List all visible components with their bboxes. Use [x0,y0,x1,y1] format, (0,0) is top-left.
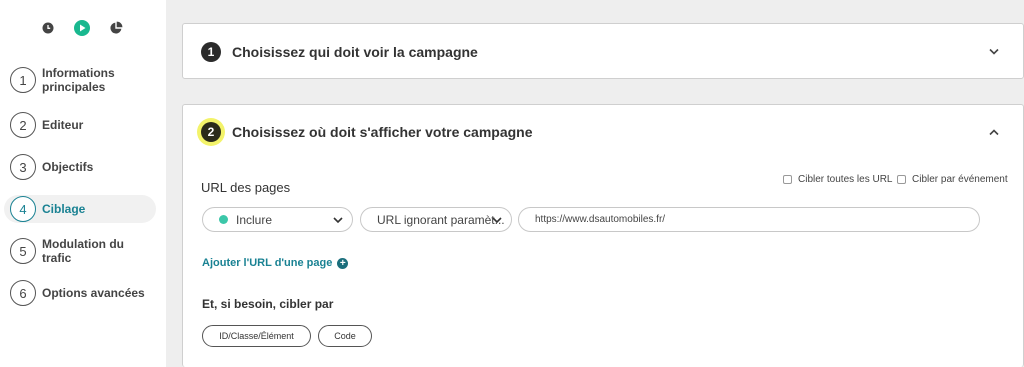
step-number: 6 [10,280,36,306]
include-select-value: Inclure [236,212,273,227]
chevron-down-icon [492,217,502,224]
code-button[interactable]: Code [318,325,372,347]
clock-icon[interactable] [38,18,58,38]
sidebar: 1 Informations principales 2 Editeur 3 O… [0,0,166,367]
add-page-url-label: Ajouter l'URL d'une page [202,257,333,269]
step-label: Modulation du trafic [42,237,124,265]
step-number: 5 [10,238,36,264]
url-pages-label: URL des pages [201,180,291,195]
step-label: Informations principales [42,66,115,94]
step-editeur[interactable]: 2 Editeur [4,111,156,139]
step-number: 1 [10,67,36,93]
section-header: 1 Choisissez qui doit voir la campagne [201,42,478,62]
step-objectifs[interactable]: 3 Objectifs [4,153,156,181]
section-title: Choisissez qui doit voir la campagne [232,44,478,60]
url-input-value: https://www.dsautomobiles.fr/ [535,214,666,225]
include-status-dot [219,215,228,224]
sidebar-top-icons [38,18,128,40]
section-number-badge: 1 [201,42,221,62]
section-audience-card[interactable]: 1 Choisissez qui doit voir la campagne [182,23,1024,79]
step-informations-principales[interactable]: 1 Informations principales [4,66,156,94]
include-select[interactable]: Inclure [202,207,353,232]
code-label: Code [334,331,356,341]
step-number: 2 [10,112,36,138]
url-input[interactable]: https://www.dsautomobiles.fr/ [518,207,980,232]
checkbox-label: Cibler par événement [912,174,1008,185]
section-placement-card: 2 Choisissez où doit s'afficher votre ca… [182,104,1024,367]
step-label: Editeur [42,118,84,132]
url-match-select[interactable]: URL ignorant paramèt... [360,207,512,232]
section-header: 2 Choisissez où doit s'afficher votre ca… [201,122,533,142]
target-all-urls-checkbox[interactable]: Cibler toutes les URL [783,174,892,185]
step-label: Ciblage [42,202,86,216]
section-number-badge: 2 [201,122,221,142]
play-icon[interactable] [72,18,92,38]
step-number: 3 [10,154,36,180]
additional-targeting-label: Et, si besoin, cibler par [202,297,334,311]
chevron-down-icon[interactable] [987,44,1001,58]
plus-circle-icon: + [337,257,349,269]
url-match-select-value: URL ignorant paramèt... [377,212,505,227]
chevron-down-icon [333,217,343,224]
id-class-element-label: ID/Classe/Élément [219,331,294,341]
step-label: Objectifs [42,160,94,174]
checkbox-label: Cibler toutes les URL [798,174,893,185]
target-by-event-checkbox[interactable]: Cibler par événement [897,174,1008,185]
step-ciblage[interactable]: 4 Ciblage [4,195,156,223]
id-class-element-button[interactable]: ID/Classe/Élément [202,325,311,347]
add-page-url-link[interactable]: Ajouter l'URL d'une page + [202,257,349,269]
checkbox-box[interactable] [897,175,906,184]
step-label: Options avancées [42,286,145,300]
step-modulation-du-trafic[interactable]: 5 Modulation du trafic [4,237,156,265]
step-options-avancees[interactable]: 6 Options avancées [4,279,156,307]
step-number: 4 [10,196,36,222]
checkbox-box[interactable] [783,175,792,184]
chevron-up-icon[interactable] [987,125,1001,139]
pie-chart-icon[interactable] [106,18,126,38]
section-title: Choisissez où doit s'afficher votre camp… [232,124,533,140]
